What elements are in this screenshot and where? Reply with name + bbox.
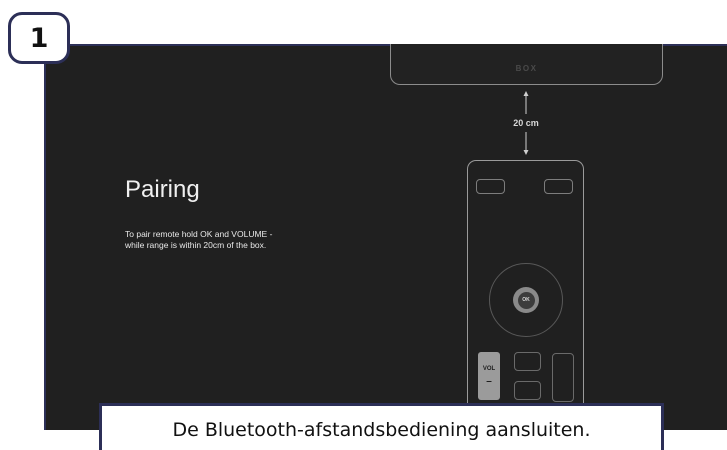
caption: De Bluetooth-afstandsbediening aansluite… bbox=[99, 403, 664, 450]
remote-dpad-ring: OK bbox=[489, 263, 563, 337]
pairing-instructions: To pair remote hold OK and VOLUME - whil… bbox=[125, 229, 273, 250]
ok-label: OK bbox=[517, 291, 535, 309]
remote-top-left-button bbox=[476, 179, 505, 194]
remote-volume-button: VOL – bbox=[478, 352, 500, 400]
vol-label: VOL bbox=[482, 366, 496, 372]
remote-ok-button: OK bbox=[513, 287, 539, 313]
distance-label: 20 cm bbox=[513, 118, 539, 128]
step-badge: 1 bbox=[8, 12, 70, 64]
remote-top-right-button bbox=[544, 179, 573, 194]
settop-box-illustration: BOX bbox=[390, 44, 663, 85]
remote-tall-button bbox=[552, 353, 574, 402]
tv-screen: BOX 20 cm Pairing To pair remote hold OK… bbox=[44, 44, 727, 440]
box-label: BOX bbox=[515, 64, 538, 73]
vol-minus-label: – bbox=[486, 376, 492, 387]
remote-small-button-2 bbox=[514, 381, 541, 400]
remote-control-illustration: OK VOL – bbox=[467, 160, 584, 440]
remote-small-button-1 bbox=[514, 352, 541, 371]
page-title: Pairing bbox=[125, 176, 200, 203]
